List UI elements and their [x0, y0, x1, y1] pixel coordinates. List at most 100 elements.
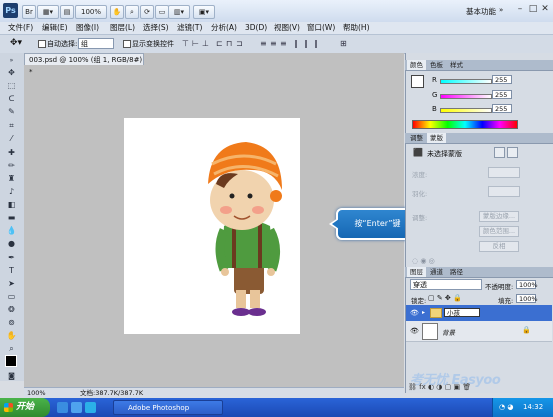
align-vcenter-icon[interactable]: ⊢	[192, 39, 201, 48]
blue-value-field[interactable]: 255	[492, 104, 512, 113]
show-transform-checkbox[interactable]	[123, 40, 131, 48]
zoom-tool-icon[interactable]: ⌕	[5, 343, 18, 354]
path-selection-tool-icon[interactable]: ➤	[5, 278, 18, 289]
align-hcenter-icon[interactable]: ⊓	[226, 39, 235, 48]
shape-tool-icon[interactable]: ▭	[5, 291, 18, 302]
color-fg-swatch[interactable]	[411, 75, 424, 88]
lasso-tool-icon[interactable]: ᑕ	[5, 93, 18, 104]
crop-tool-icon[interactable]: ⌗	[5, 120, 18, 131]
menu-select[interactable]: 选择(S)	[143, 22, 169, 34]
view-extras-icon[interactable]: ▦▾	[37, 5, 59, 19]
layer-visibility-eye-icon[interactable]: 👁	[410, 309, 419, 317]
red-slider[interactable]	[440, 79, 492, 84]
pen-tool-icon[interactable]: ✒	[5, 252, 18, 263]
distribute-vcenter-icon[interactable]: ≡	[270, 39, 279, 48]
blur-tool-icon[interactable]: 💧	[5, 225, 18, 236]
tab-color[interactable]: 颜色	[407, 60, 426, 70]
opacity-field[interactable]: 100%	[516, 280, 538, 289]
color-range-button[interactable]: 颜色范围...	[479, 226, 519, 237]
layer-visibility-eye-icon[interactable]: 👁	[410, 327, 419, 335]
tab-masks[interactable]: 蒙版	[427, 133, 446, 143]
brush-tool-icon[interactable]: ✏	[5, 160, 18, 171]
layer-row-background[interactable]: 👁 背景 🔒	[406, 321, 552, 342]
zoom-level-select[interactable]: 100%	[75, 5, 107, 19]
lock-icons[interactable]: ▢ ✎ ✥ 🔒	[428, 294, 462, 302]
blend-mode-dropdown[interactable]: 穿透	[410, 279, 482, 290]
move-tool-preset-icon[interactable]: ✥▾	[10, 38, 22, 48]
layer-name-input[interactable]: 小孩	[444, 308, 480, 317]
show-desktop-icon[interactable]	[57, 402, 68, 413]
align-left-icon[interactable]: ⊏	[216, 39, 225, 48]
red-value-field[interactable]: 255	[492, 75, 512, 84]
tab-swatches[interactable]: 色板	[427, 60, 446, 70]
workspace-switcher[interactable]: 基本功能	[466, 6, 496, 17]
fill-field[interactable]: 100%	[516, 294, 538, 303]
type-tool-icon[interactable]: T	[5, 265, 18, 276]
density-field[interactable]	[488, 167, 520, 178]
status-zoom-level[interactable]: 100%	[27, 388, 46, 398]
clock[interactable]: 14:32	[523, 398, 543, 417]
menu-layer[interactable]: 图层(L)	[110, 22, 135, 34]
menu-help[interactable]: 帮助(H)	[343, 22, 370, 34]
history-brush-tool-icon[interactable]: ♪	[5, 186, 18, 197]
gradient-tool-icon[interactable]: ▬	[5, 212, 18, 223]
foreground-color-swatch[interactable]	[5, 355, 17, 367]
document-canvas[interactable]	[124, 118, 300, 334]
taskbar-photoshop-button[interactable]: Adobe Photoshop	[113, 400, 223, 415]
distribute-left-icon[interactable]: ‖	[294, 39, 303, 48]
green-value-field[interactable]: 255	[492, 90, 512, 99]
green-slider[interactable]	[440, 94, 492, 99]
minimize-button[interactable]: –	[513, 3, 527, 15]
menu-filter[interactable]: 滤镜(T)	[177, 22, 202, 34]
hand-tool-icon[interactable]: ✋	[5, 330, 18, 341]
menu-analysis[interactable]: 分析(A)	[211, 22, 237, 34]
healing-brush-tool-icon[interactable]: ✚	[5, 147, 18, 158]
align-right-icon[interactable]: ⊐	[236, 39, 245, 48]
menu-3d[interactable]: 3D(D)	[245, 22, 267, 34]
hand-tool-icon[interactable]: ✋	[110, 5, 124, 19]
eraser-tool-icon[interactable]: ◧	[5, 199, 18, 210]
distribute-right-icon[interactable]: ‖	[314, 39, 323, 48]
media-player-icon[interactable]	[85, 402, 96, 413]
color-spectrum-ramp[interactable]	[412, 120, 518, 129]
tray-icons[interactable]: ◔ ◕	[499, 398, 513, 417]
document-tab[interactable]: 003.psd @ 100% (组 1, RGB/8#) *	[24, 53, 144, 76]
menu-image[interactable]: 图像(I)	[76, 22, 99, 34]
minibridge-icon[interactable]: ▤	[60, 5, 74, 19]
distribute-hcenter-icon[interactable]: ‖	[304, 39, 313, 48]
menu-window[interactable]: 窗口(W)	[307, 22, 335, 34]
move-tool-icon[interactable]: ✥	[5, 67, 18, 78]
dodge-tool-icon[interactable]: ●	[5, 238, 18, 249]
group-expand-icon[interactable]: ▸	[422, 309, 425, 316]
rotate-view-icon[interactable]: ⟳	[140, 5, 154, 19]
tab-channels[interactable]: 通道	[427, 267, 446, 277]
bridge-icon[interactable]: Br	[22, 5, 36, 19]
zoom-tool-icon[interactable]: ⌕	[125, 5, 139, 19]
distribute-bottom-icon[interactable]: ≡	[280, 39, 289, 48]
marquee-tool-icon[interactable]: ⬚	[5, 80, 18, 91]
layer-row-group[interactable]: 👁 ▸ 小孩	[406, 305, 552, 322]
3d-rotate-tool-icon[interactable]: ❂	[5, 304, 18, 315]
3d-orbit-tool-icon[interactable]: ⊚	[5, 317, 18, 328]
pixel-mask-icon[interactable]	[494, 147, 505, 158]
menu-view[interactable]: 视图(V)	[274, 22, 300, 34]
close-button[interactable]: ✕	[538, 3, 552, 15]
tab-styles[interactable]: 样式	[447, 60, 466, 70]
auto-align-icon[interactable]: ⊞	[340, 39, 349, 48]
menu-file[interactable]: 文件(F)	[8, 22, 33, 34]
screen-mode-icon[interactable]: ▣▾	[193, 5, 215, 19]
menu-edit[interactable]: 编辑(E)	[42, 22, 68, 34]
quick-mask-icon[interactable]: ◙	[5, 371, 18, 382]
ruler-icon[interactable]: ▭	[155, 5, 169, 19]
mask-edge-button[interactable]: 蒙版边缘...	[479, 211, 519, 222]
align-bottom-icon[interactable]: ⊥	[202, 39, 211, 48]
align-top-icon[interactable]: ⊤	[182, 39, 191, 48]
tools-collapse-icon[interactable]: »	[5, 55, 18, 66]
auto-select-checkbox[interactable]	[38, 40, 46, 48]
tab-paths[interactable]: 路径	[447, 267, 466, 277]
tab-layers[interactable]: 图层	[407, 267, 426, 277]
blue-slider[interactable]	[440, 108, 492, 113]
workspace-arrow-icon[interactable]: »	[499, 6, 503, 14]
ie-browser-icon[interactable]	[71, 402, 82, 413]
distribute-top-icon[interactable]: ≡	[260, 39, 269, 48]
